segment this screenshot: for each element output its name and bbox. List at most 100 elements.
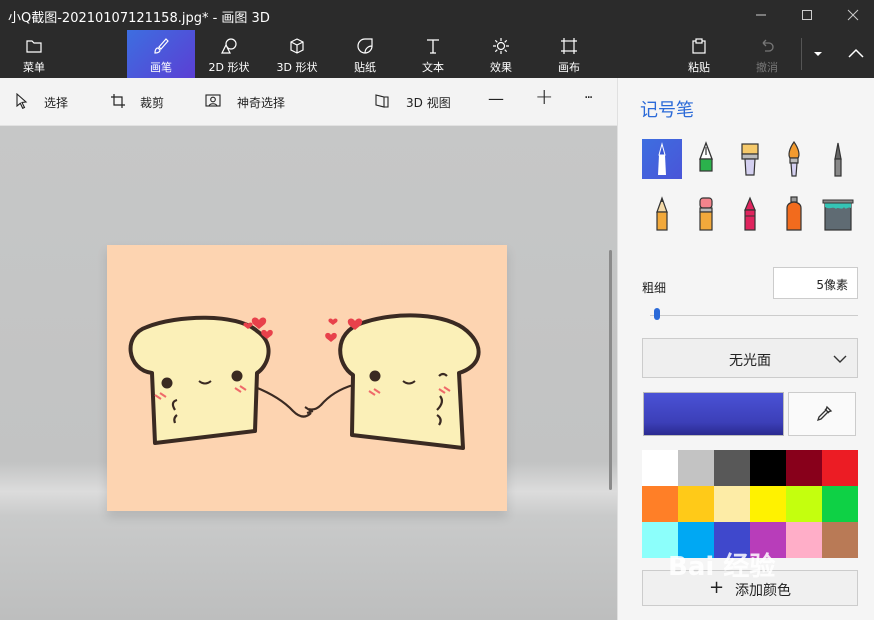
brush-oil[interactable] bbox=[730, 139, 770, 179]
crop-icon bbox=[111, 94, 125, 108]
eyedropper-icon bbox=[816, 405, 833, 422]
palette-color-swatch[interactable] bbox=[678, 486, 714, 522]
brush-spray-can[interactable] bbox=[774, 194, 814, 234]
paste-button[interactable]: 粘贴 bbox=[665, 30, 733, 78]
toast-couple-illustration bbox=[128, 313, 481, 450]
brush-marker[interactable] bbox=[642, 139, 682, 179]
crop-button[interactable]: 裁剪 bbox=[110, 92, 180, 112]
pixel-pen-icon bbox=[834, 142, 842, 177]
maximize-icon bbox=[802, 10, 812, 20]
tab-label: 3D 形状 bbox=[276, 61, 318, 74]
folder-icon bbox=[26, 40, 42, 53]
paste-label: 粘贴 bbox=[688, 61, 710, 74]
collapse-ribbon-button[interactable] bbox=[842, 42, 870, 66]
tab-menu[interactable]: 菜单 bbox=[0, 30, 68, 78]
current-color-swatch[interactable] bbox=[643, 392, 784, 436]
tab-stickers[interactable]: 贴纸 bbox=[331, 30, 399, 78]
size-slider-thumb[interactable] bbox=[654, 308, 660, 320]
size-input[interactable]: 5像素 bbox=[773, 267, 858, 299]
canvas-icon bbox=[561, 38, 577, 54]
undo-button[interactable]: 撤消 bbox=[733, 30, 801, 78]
panel-title: 记号笔 bbox=[640, 100, 694, 121]
view-3d-icon bbox=[375, 94, 389, 108]
ellipsis-icon: ··· bbox=[584, 90, 593, 106]
brush-fill[interactable] bbox=[818, 194, 858, 234]
crayon-icon bbox=[744, 196, 756, 231]
palette-color-swatch[interactable] bbox=[714, 450, 750, 486]
more-options-button[interactable]: ··· bbox=[584, 90, 604, 110]
color-palette bbox=[642, 450, 858, 558]
cursor-icon bbox=[16, 93, 28, 109]
brush-watercolor[interactable] bbox=[774, 139, 814, 179]
palette-color-swatch[interactable] bbox=[642, 450, 678, 486]
palette-color-swatch[interactable] bbox=[786, 450, 822, 486]
brush-icon bbox=[154, 38, 169, 54]
close-button[interactable] bbox=[830, 0, 874, 30]
tab-3d-shapes[interactable]: 3D 形状 bbox=[263, 30, 331, 78]
chevron-up-icon bbox=[848, 48, 864, 58]
size-slider[interactable] bbox=[650, 315, 858, 316]
brush-calligraphy-pen[interactable] bbox=[686, 139, 726, 179]
effects-icon bbox=[493, 38, 509, 54]
zoom-out-button[interactable]: — bbox=[488, 89, 508, 109]
history-dropdown-button[interactable] bbox=[808, 46, 828, 62]
tab-label: 效果 bbox=[490, 61, 512, 74]
brush-pencil[interactable] bbox=[642, 194, 682, 234]
select-button[interactable]: 选择 bbox=[14, 92, 84, 112]
tab-label: 贴纸 bbox=[354, 61, 376, 74]
cube-icon bbox=[290, 38, 304, 54]
palette-color-swatch[interactable] bbox=[822, 450, 858, 486]
add-color-label: 添加颜色 bbox=[735, 583, 791, 599]
fill-bucket-icon bbox=[822, 199, 854, 231]
view-3d-button[interactable]: 3D 视图 bbox=[374, 92, 464, 112]
brush-pixel-pen[interactable] bbox=[818, 139, 858, 179]
palette-color-swatch[interactable] bbox=[786, 486, 822, 522]
watermark: Bai 经验 bbox=[668, 552, 776, 582]
close-icon bbox=[847, 9, 859, 21]
zoom-in-button[interactable]: + bbox=[535, 85, 555, 110]
canvas-area[interactable] bbox=[0, 126, 617, 620]
window-title: 小Q截图-20210107121158.jpg* - 画图 3D bbox=[8, 11, 270, 26]
maximize-button[interactable] bbox=[784, 0, 830, 30]
tab-canvas[interactable]: 画布 bbox=[535, 30, 603, 78]
tab-brushes[interactable]: 画笔 bbox=[127, 30, 195, 78]
palette-color-swatch[interactable] bbox=[822, 486, 858, 522]
ribbon: 菜单 画笔 2D 形状 3D 形状 贴纸 文本 效果 画布 粘贴 撤消 bbox=[0, 30, 874, 78]
view-3d-label: 3D 视图 bbox=[406, 96, 451, 110]
finish-value: 无光面 bbox=[729, 353, 771, 369]
eraser-icon bbox=[699, 197, 713, 231]
sticker-icon bbox=[357, 38, 373, 54]
undo-icon bbox=[762, 39, 774, 52]
pencil-icon bbox=[656, 196, 668, 231]
watercolor-icon bbox=[788, 140, 800, 177]
brush-eraser[interactable] bbox=[686, 194, 726, 234]
tab-text[interactable]: 文本 bbox=[399, 30, 467, 78]
shapes-2d-icon bbox=[221, 38, 237, 54]
palette-color-swatch[interactable] bbox=[750, 450, 786, 486]
eyedropper-button[interactable] bbox=[788, 392, 856, 436]
minimize-button[interactable] bbox=[738, 0, 784, 30]
palette-color-swatch[interactable] bbox=[678, 450, 714, 486]
vertical-scrollbar[interactable] bbox=[609, 250, 612, 490]
oil-brush-icon bbox=[741, 143, 759, 176]
palette-color-swatch[interactable] bbox=[642, 486, 678, 522]
palette-color-swatch[interactable] bbox=[786, 522, 822, 558]
palette-color-swatch[interactable] bbox=[750, 486, 786, 522]
brush-crayon[interactable] bbox=[730, 194, 770, 234]
tab-label: 菜单 bbox=[23, 61, 45, 74]
tab-label: 文本 bbox=[422, 61, 444, 74]
tab-2d-shapes[interactable]: 2D 形状 bbox=[195, 30, 263, 78]
palette-color-swatch[interactable] bbox=[822, 522, 858, 558]
magic-select-label: 神奇选择 bbox=[237, 96, 286, 110]
zoom-out-icon: — bbox=[488, 89, 504, 108]
caret-down-icon bbox=[814, 52, 822, 56]
canvas-image[interactable] bbox=[107, 245, 507, 511]
tab-effects[interactable]: 效果 bbox=[467, 30, 535, 78]
undo-label: 撤消 bbox=[756, 61, 778, 74]
palette-color-swatch[interactable] bbox=[714, 486, 750, 522]
finish-dropdown[interactable]: 无光面 bbox=[642, 338, 858, 378]
magic-select-button[interactable]: 神奇选择 bbox=[205, 92, 305, 112]
brush-panel: 记号笔 粗细 5像素 无光面 + 添加颜色 bbox=[617, 78, 874, 620]
calligraphy-pen-icon bbox=[699, 141, 713, 172]
spray-can-icon bbox=[786, 196, 802, 231]
